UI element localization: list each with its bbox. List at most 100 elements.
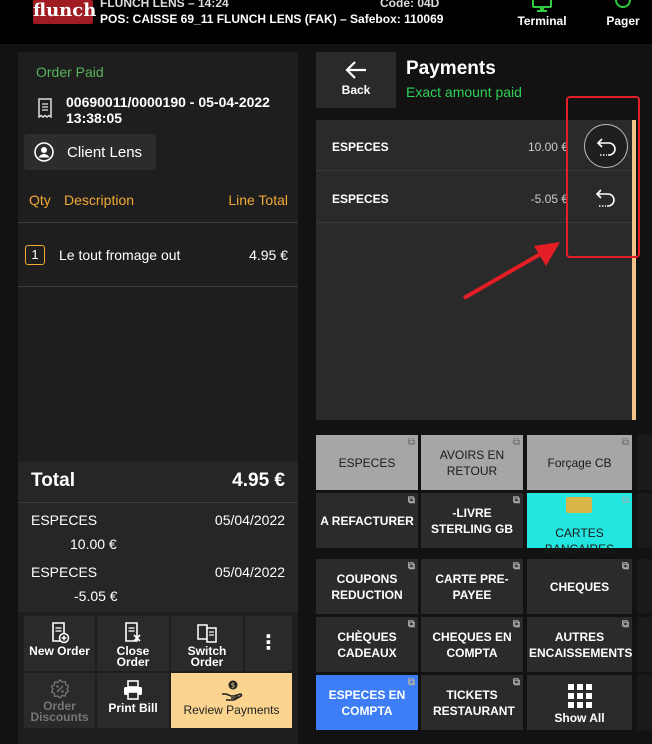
code-info: Code: 04D [380, 0, 440, 10]
review-payments-button[interactable]: $ Review Payments [171, 673, 292, 728]
terminal-button[interactable]: Terminal [511, 0, 573, 40]
method-label: ESPECES [338, 455, 396, 470]
method-especes-button[interactable]: ⧉ ESPECES [316, 435, 418, 490]
method-autres-encaissements-button[interactable]: ⧉ AUTRES ENCAISSEMENTS [527, 617, 632, 672]
close-order-label-2: Order [116, 655, 150, 669]
new-order-icon [51, 622, 69, 644]
line-description: Le tout fromage out [59, 247, 181, 263]
order-status: Order Paid [36, 64, 104, 80]
external-link-icon: ⧉ [621, 561, 629, 572]
annotation-arrow-icon [463, 242, 560, 300]
grid-edge [637, 675, 652, 730]
method-label: CARTE PRE-PAYEE [435, 571, 509, 602]
grid-icon [568, 684, 592, 708]
terminal-label: Terminal [517, 14, 567, 28]
divider [18, 502, 298, 503]
show-all-button[interactable]: Show All [527, 675, 632, 730]
grid-edge [637, 617, 652, 672]
print-bill-button[interactable]: Print Bill [97, 673, 169, 728]
printer-icon [124, 680, 142, 700]
method-livre-sterling-button[interactable]: ⧉ -LIVRE STERLING GB [421, 493, 523, 548]
user-icon [34, 142, 54, 162]
method-refacturer-button[interactable]: ⧉ A REFACTURER [316, 493, 418, 548]
switch-order-icon [197, 624, 217, 643]
external-link-icon: ⧉ [621, 495, 629, 506]
arrow-left-icon [345, 61, 366, 79]
order-line[interactable]: 1 Le tout fromage out 4.95 € [18, 244, 298, 268]
order-id: 00690011/0000190 - 05-04-2022 13:38:05 [66, 94, 270, 126]
new-order-label: New Order [29, 644, 90, 658]
close-order-icon [125, 622, 141, 642]
method-label: CHEQUES [549, 579, 610, 594]
method-label: AVOIRS EN RETOUR [439, 447, 505, 478]
divider [18, 286, 298, 287]
flunch-logo: flunch [33, 0, 96, 24]
method-cheques-cadeaux-button[interactable]: ⧉ CHÈQUES CADEAUX [316, 617, 418, 672]
payment-row-amount: 10.00 € [527, 140, 568, 154]
close-order-button[interactable]: Close Order [97, 616, 169, 671]
grid-edge [637, 559, 652, 614]
method-cartes-bancaires-button[interactable]: ⧉ CARTES BANCAIRES [527, 493, 632, 556]
svg-text:$: $ [230, 682, 234, 690]
order-panel: Order Paid 00690011/0000190 - 05-04-2022… [18, 52, 298, 744]
method-label: TICKETS RESTAURANT [433, 687, 515, 718]
top-bar: flunch FLUNCH LENS – 14:24 POS: CAISSE 6… [0, 0, 652, 44]
total-value: 4.95 € [232, 470, 285, 491]
annotation-highlight-box [566, 96, 640, 258]
method-forcage-cb-button[interactable]: ⧉ Forçage CB [527, 435, 632, 490]
method-tickets-restaurant-button[interactable]: ⧉ TICKETS RESTAURANT [421, 675, 523, 730]
line-total-header: Line Total [228, 192, 288, 208]
pager-icon [615, 0, 631, 8]
order-discounts-button[interactable]: Order Discounts [24, 673, 95, 728]
payments-title: Payments [406, 58, 496, 79]
back-button[interactable]: Back [316, 52, 396, 108]
payment-date: 05/04/2022 [214, 512, 285, 528]
hand-money-icon: $ [221, 680, 242, 701]
method-cheques-button[interactable]: ⧉ CHEQUES [527, 559, 632, 614]
qty-header: Qty [29, 192, 51, 208]
client-button[interactable]: Client Lens [24, 134, 156, 170]
line-total: 4.95 € [249, 247, 288, 263]
pager-label: Pager [606, 14, 640, 28]
discount-icon [50, 679, 69, 699]
method-label: COUPONS REDUCTION [331, 571, 403, 602]
pager-button[interactable]: Pager [592, 0, 652, 40]
method-label: ESPECES EN COMPTA [328, 687, 406, 718]
new-order-button[interactable]: New Order [24, 616, 95, 671]
method-label: Forçage CB [547, 455, 612, 470]
back-label: Back [341, 83, 371, 97]
payments-status: Exact amount paid [406, 84, 522, 100]
switch-order-label-2: Order [190, 655, 224, 669]
method-label: CARTES BANCAIRES [544, 526, 615, 556]
method-label: AUTRES ENCAISSEMENTS [529, 629, 633, 660]
method-carte-prepayee-button[interactable]: ⧉ CARTE PRE-PAYEE [421, 559, 523, 614]
payment-amount: -5.05 € [74, 588, 118, 604]
more-options-button[interactable]: ⋮ [245, 616, 292, 671]
external-link-icon: ⧉ [621, 437, 629, 448]
total-label: Total [31, 470, 75, 491]
external-link-icon: ⧉ [407, 437, 415, 448]
grid-edge [637, 435, 652, 490]
payment-row-method: ESPECES [332, 140, 389, 154]
payment-row-amount: -5.05 € [530, 192, 568, 206]
method-cheques-compta-button[interactable]: ⧉ CHEQUES EN COMPTA [421, 617, 523, 672]
totals-section: Total 4.95 € ESPECES 05/04/2022 10.00 € … [18, 462, 298, 612]
method-avoirs-button[interactable]: ⧉ AVOIRS EN RETOUR [421, 435, 523, 490]
method-label: CHEQUES EN COMPTA [432, 629, 512, 660]
grid-edge [637, 493, 652, 548]
terminal-icon [532, 0, 552, 12]
order-discounts-label-2: Discounts [30, 710, 89, 724]
switch-order-button[interactable]: Switch Order [171, 616, 243, 671]
payment-method: ESPECES [31, 564, 98, 580]
method-especes-compta-button[interactable]: ⧉ ESPECES EN COMPTA [316, 675, 418, 730]
line-qty: 1 [25, 245, 45, 265]
receipt-icon [38, 98, 52, 118]
description-header: Description [64, 192, 135, 208]
payment-row-method: ESPECES [332, 192, 389, 206]
client-name: Client Lens [67, 144, 143, 161]
bank-card-icon [566, 497, 592, 513]
payment-method: ESPECES [31, 512, 98, 528]
pos-info: POS: CAISSE 69_11 FLUNCH LENS (FAK) – Sa… [100, 12, 444, 26]
method-label: CHÈQUES CADEAUX [337, 629, 397, 660]
method-coupons-button[interactable]: ⧉ COUPONS REDUCTION [316, 559, 418, 614]
